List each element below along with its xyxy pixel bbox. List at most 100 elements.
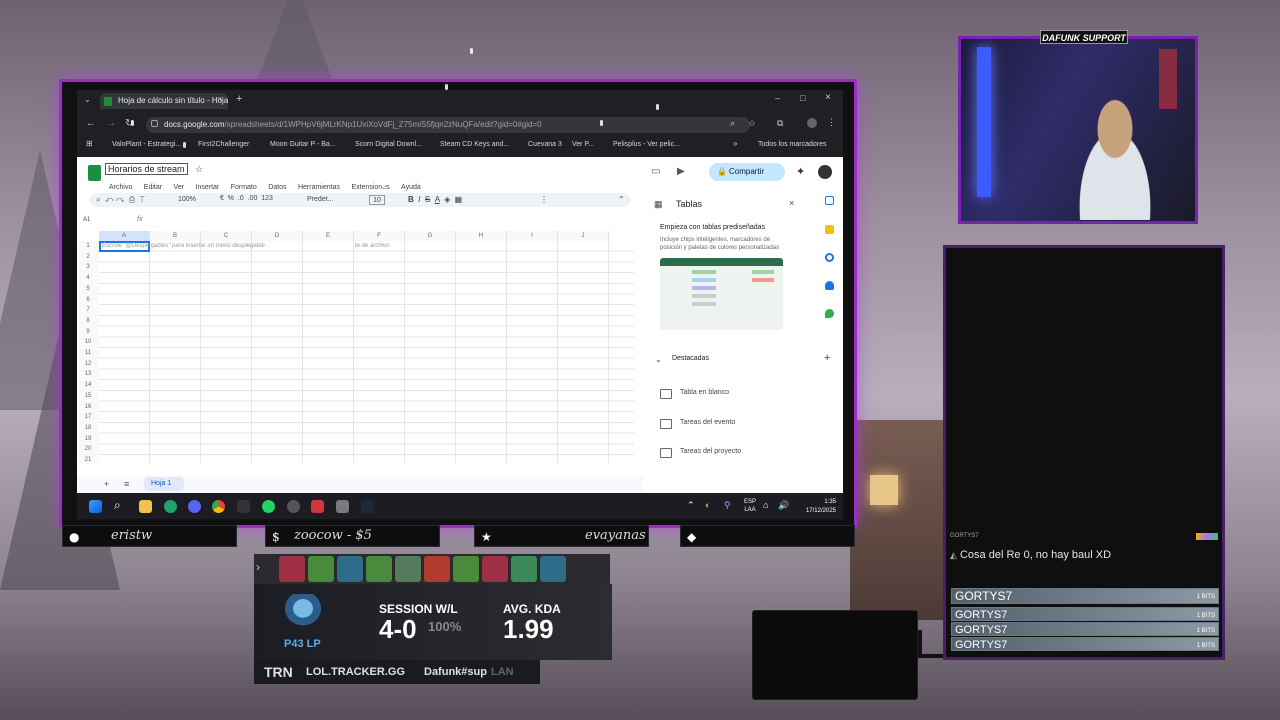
profile-avatar[interactable]	[807, 118, 817, 128]
more-bookmarks-icon[interactable]: »	[733, 139, 737, 148]
gemini-icon[interactable]: ✦	[796, 165, 805, 178]
menu-item[interactable]: Datos	[268, 184, 286, 191]
edge-icon[interactable]	[164, 500, 177, 513]
browser-menu-icon[interactable]: ⋮	[827, 117, 836, 128]
extensions-icon[interactable]: ⧉	[777, 118, 783, 129]
file-explorer-icon[interactable]	[139, 500, 152, 513]
maximize-icon[interactable]: □	[800, 93, 805, 103]
column-header[interactable]: I	[507, 231, 558, 241]
row-header[interactable]: 7	[77, 305, 99, 316]
search-icon[interactable]: ⌕	[114, 498, 121, 513]
row-header[interactable]: 21	[77, 455, 99, 466]
network-icon[interactable]: ⌂	[763, 500, 768, 510]
column-header[interactable]: C	[201, 231, 252, 241]
add-sheet-icon[interactable]: +	[104, 479, 109, 489]
collapse-icon[interactable]: ⌃	[618, 195, 625, 204]
row-header[interactable]: 6	[77, 295, 99, 306]
template-preview[interactable]	[660, 258, 783, 330]
row-header[interactable]: 17	[77, 412, 99, 423]
comments-icon[interactable]: ▭	[651, 166, 660, 177]
sheets-logo-icon[interactable]	[88, 165, 101, 181]
row-header[interactable]: 11	[77, 348, 99, 359]
zoom-select[interactable]: 100%	[178, 196, 196, 203]
volume-icon[interactable]: 🔊	[778, 500, 789, 511]
template-item[interactable]: Tareas del proyecto	[660, 446, 741, 458]
name-box[interactable]: A1	[83, 217, 90, 223]
template-item[interactable]: Tabla en blanco	[660, 387, 729, 399]
column-header[interactable]: H	[456, 231, 507, 241]
app-icon[interactable]	[237, 500, 250, 513]
row-header[interactable]: 5	[77, 284, 99, 295]
document-title[interactable]: Horarios de stream	[105, 163, 188, 175]
column-header[interactable]: B	[150, 231, 201, 241]
close-tab-icon[interactable]: ×	[217, 94, 222, 104]
contacts-icon[interactable]	[825, 281, 834, 290]
row-header[interactable]: 8	[77, 316, 99, 327]
column-header[interactable]: G	[405, 231, 456, 241]
calendar-icon[interactable]	[825, 196, 834, 205]
row-header[interactable]: 1	[77, 241, 99, 252]
star-icon[interactable]: ☆	[195, 164, 203, 175]
row-header[interactable]: 3	[77, 262, 99, 273]
apps-icon[interactable]: ⊞	[86, 139, 93, 148]
bookmark-item[interactable]: Cuevana 3	[528, 139, 562, 151]
chevron-down-icon[interactable]: ⌄	[655, 355, 662, 364]
bookmark-item[interactable]: Scorn Digital Downl...	[355, 139, 422, 151]
more-options-icon[interactable]: ⋮	[540, 195, 548, 204]
row-header[interactable]: 19	[77, 434, 99, 445]
keep-icon[interactable]	[825, 225, 834, 234]
menu-item[interactable]: Archivo	[109, 184, 132, 191]
row-header[interactable]: 20	[77, 444, 99, 455]
font-size-input[interactable]: 10	[369, 195, 385, 205]
menu-item[interactable]: Editar	[144, 184, 162, 191]
steam-icon[interactable]	[361, 500, 374, 513]
bookmark-item[interactable]: ValoPlant - Estrategi...	[112, 139, 181, 151]
add-icon[interactable]: +	[824, 352, 830, 364]
riot-icon[interactable]	[311, 500, 324, 513]
discord-icon[interactable]	[188, 500, 201, 513]
row-header[interactable]: 15	[77, 391, 99, 402]
new-tab-icon[interactable]: +	[236, 93, 242, 105]
meet-icon[interactable]: ▶	[677, 166, 685, 177]
column-header[interactable]: A	[99, 231, 150, 241]
menu-item[interactable]: Formato	[231, 184, 257, 191]
sheet-tab[interactable]: Hoja 1	[144, 477, 184, 491]
minimize-icon[interactable]: –	[775, 93, 780, 103]
close-panel-icon[interactable]: ×	[789, 198, 794, 208]
row-header[interactable]: 16	[77, 402, 99, 413]
column-header[interactable]: E	[303, 231, 354, 241]
clock[interactable]: 1:35 17/12/2025	[796, 498, 836, 516]
column-header[interactable]: D	[252, 231, 303, 241]
close-window-icon[interactable]: ×	[825, 92, 831, 103]
obs-icon[interactable]	[287, 500, 300, 513]
maps-icon[interactable]	[825, 309, 834, 318]
row-header[interactable]: 9	[77, 327, 99, 338]
bookmark-item[interactable]: First2Challenger	[198, 139, 249, 151]
row-header[interactable]: 10	[77, 337, 99, 348]
chrome-icon[interactable]	[212, 500, 225, 513]
menu-item[interactable]: Ver	[174, 184, 185, 191]
language-indicator[interactable]: ESP LAA	[744, 498, 756, 514]
zoom-icon[interactable]: ⌕	[730, 118, 735, 129]
windows-start-icon[interactable]	[89, 500, 102, 513]
all-sheets-icon[interactable]: ≡	[124, 479, 129, 489]
column-header[interactable]: F	[354, 231, 405, 241]
share-button[interactable]: 🔒 Compartir	[709, 163, 785, 181]
bookmark-item[interactable]: Steam CD Keys and...	[440, 139, 509, 151]
back-icon[interactable]: ←	[86, 118, 96, 129]
menu-item[interactable]: Insertar	[196, 184, 220, 191]
bookmark-star-icon[interactable]: ☆	[748, 118, 756, 129]
browser-tab[interactable]: Hoja de cálculo sin título - Hoja	[100, 93, 228, 109]
tray-app-icon[interactable]: ◐	[705, 500, 710, 510]
app-icon[interactable]	[336, 500, 349, 513]
menu-item[interactable]: Ayuda	[401, 184, 421, 191]
row-header[interactable]: 12	[77, 359, 99, 370]
row-header[interactable]: 18	[77, 423, 99, 434]
whatsapp-icon[interactable]	[262, 500, 275, 513]
chevron-right-icon[interactable]: ›	[256, 560, 260, 574]
row-header[interactable]: 2	[77, 252, 99, 263]
template-item[interactable]: Tareas del evento	[660, 417, 735, 429]
site-info-icon[interactable]	[151, 120, 158, 127]
row-header[interactable]: 14	[77, 380, 99, 391]
account-avatar[interactable]	[818, 165, 832, 179]
